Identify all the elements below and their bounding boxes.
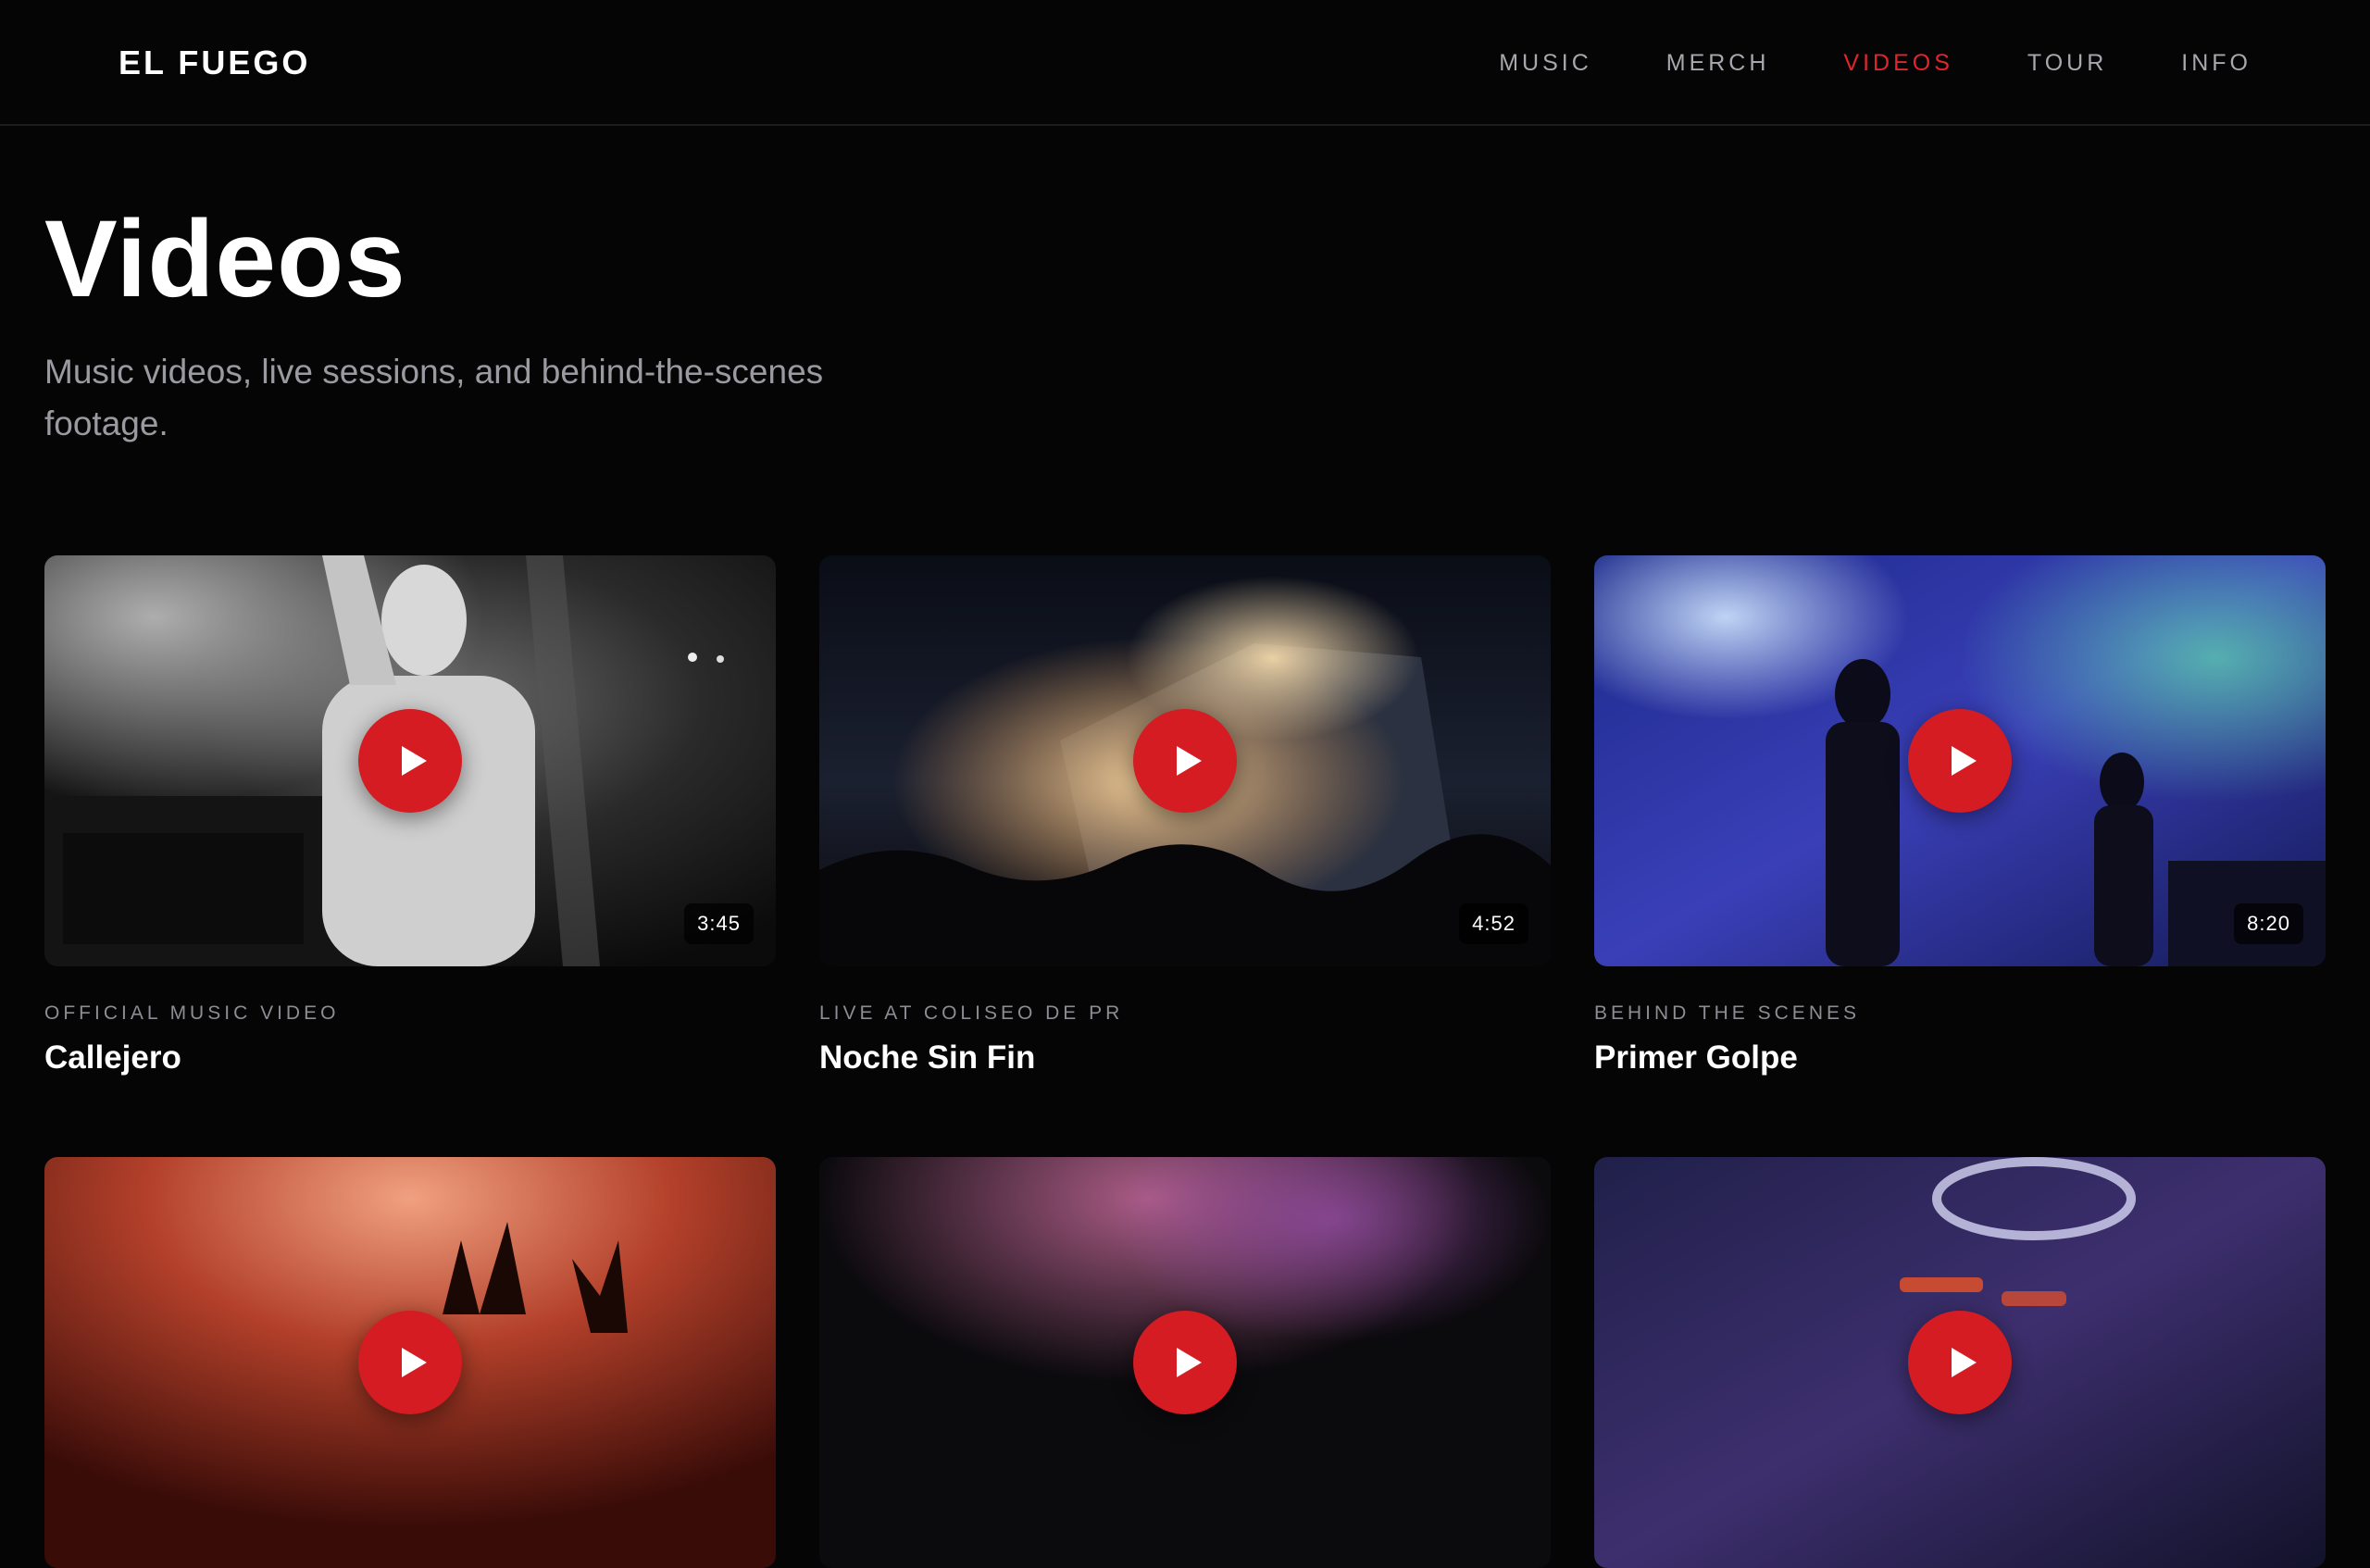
page-subtitle: Music videos, live sessions, and behind-… (44, 353, 824, 442)
video-thumbnail[interactable] (44, 1157, 776, 1568)
video-thumbnail[interactable] (819, 1157, 1551, 1568)
video-category: BEHIND THE SCENES (1594, 1002, 1860, 1024)
play-icon (402, 1348, 427, 1377)
video-duration: 3:45 (684, 903, 754, 944)
play-button[interactable] (1133, 709, 1237, 813)
video-card-noche-sin-fin[interactable]: 4:52 LIVE AT COLISEO DE PR Noche Sin Fin (819, 555, 1551, 1079)
video-thumbnail[interactable]: 4:52 (819, 555, 1551, 966)
nav-item-videos[interactable]: VIDEOS (1843, 41, 1952, 85)
play-icon (402, 746, 427, 776)
play-icon (1952, 1348, 1977, 1377)
video-title[interactable]: Callejero (44, 1037, 776, 1079)
video-card-primer-golpe[interactable]: 8:20 BEHIND THE SCENES Primer Golpe (1594, 555, 2326, 1079)
video-title[interactable]: Primer Golpe (1594, 1037, 2326, 1079)
site-header: EL FUEGO MUSIC MERCH VIDEOS TOUR INFO (0, 0, 2370, 126)
play-button[interactable] (358, 709, 462, 813)
page-title: Videos (44, 198, 406, 320)
video-card-callejero[interactable]: 3:45 OFFICIAL MUSIC VIDEO Callejero (44, 555, 776, 1079)
main-nav: MUSIC MERCH VIDEOS TOUR INFO (1499, 41, 2252, 85)
video-card[interactable] (1594, 1157, 2326, 1568)
play-button[interactable] (1908, 709, 2012, 813)
nav-item-tour[interactable]: TOUR (2027, 41, 2107, 85)
video-title[interactable]: Noche Sin Fin (819, 1037, 1551, 1079)
play-icon (1177, 1348, 1202, 1377)
play-button[interactable] (1908, 1311, 2012, 1414)
video-thumbnail[interactable]: 8:20 (1594, 555, 2326, 966)
video-category: LIVE AT COLISEO DE PR (819, 1002, 1124, 1024)
play-button[interactable] (1133, 1311, 1237, 1414)
video-thumbnail[interactable]: 3:45 (44, 555, 776, 966)
play-icon (1177, 746, 1202, 776)
play-icon (1952, 746, 1977, 776)
play-button[interactable] (358, 1311, 462, 1414)
nav-item-info[interactable]: INFO (2181, 41, 2252, 85)
site-logo[interactable]: EL FUEGO (118, 41, 310, 85)
video-duration: 8:20 (2234, 903, 2303, 944)
video-card[interactable] (44, 1157, 776, 1568)
nav-item-merch[interactable]: MERCH (1666, 41, 1770, 85)
video-category: OFFICIAL MUSIC VIDEO (44, 1002, 340, 1024)
video-thumbnail[interactable] (1594, 1157, 2326, 1568)
video-card[interactable] (819, 1157, 1551, 1568)
video-duration: 4:52 (1459, 903, 1528, 944)
nav-item-music[interactable]: MUSIC (1499, 41, 1592, 85)
